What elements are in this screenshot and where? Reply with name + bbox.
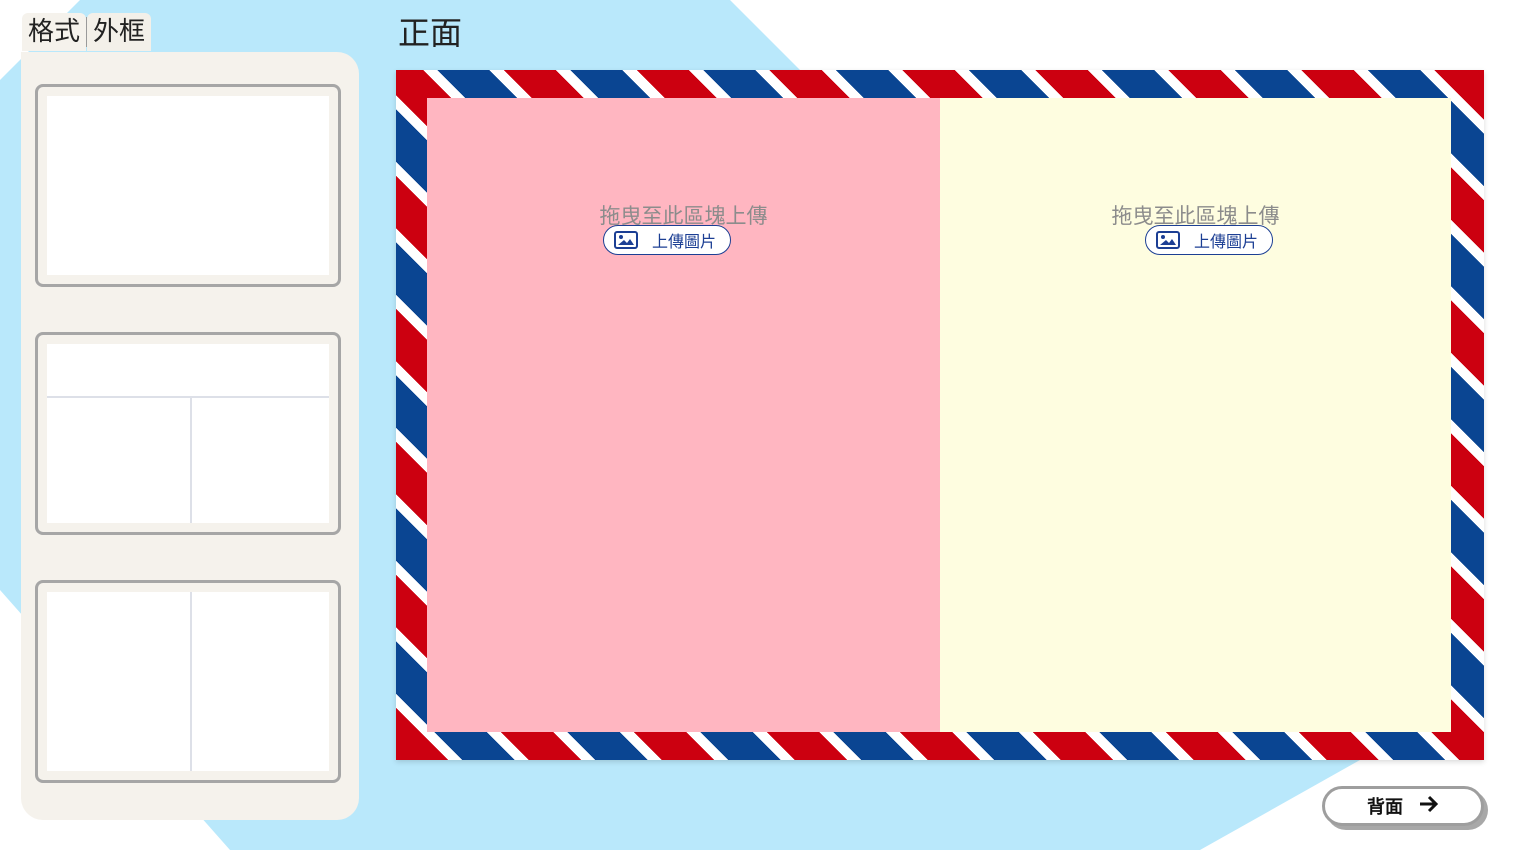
image-icon — [614, 231, 638, 249]
layout-option-two-columns[interactable] — [35, 580, 341, 783]
back-side-button[interactable]: 背面 — [1322, 786, 1484, 826]
upload-label: 上傳圖片 — [652, 232, 717, 251]
layout-divider — [47, 396, 329, 398]
tab-format[interactable]: 格式 — [22, 13, 87, 51]
layout-preview — [47, 592, 329, 771]
upload-image-button[interactable]: 上傳圖片 — [603, 225, 731, 255]
tab-bar: 格式 外框 — [22, 13, 152, 51]
arrow-right-icon — [1419, 795, 1439, 818]
tab-frame[interactable]: 外框 — [87, 13, 152, 51]
layout-divider — [190, 398, 192, 523]
back-side-label: 背面 — [1367, 797, 1403, 818]
upload-image-button[interactable]: 上傳圖片 — [1145, 225, 1273, 255]
layout-divider — [190, 592, 192, 771]
airmail-envelope-canvas: 拖曳至此區塊上傳 上傳圖片 拖曳至此區塊上傳 上傳圖片 — [396, 70, 1484, 760]
layout-preview — [47, 344, 329, 523]
layout-preview — [47, 96, 329, 275]
image-drop-zone-right[interactable]: 拖曳至此區塊上傳 上傳圖片 — [940, 98, 1451, 732]
layout-panel — [21, 52, 359, 820]
image-icon — [1156, 231, 1180, 249]
layout-option-top-bar-two-columns[interactable] — [35, 332, 341, 535]
image-drop-zone-left[interactable]: 拖曳至此區塊上傳 上傳圖片 — [427, 98, 940, 732]
layout-option-single[interactable] — [35, 84, 341, 287]
page-title: 正面 — [398, 14, 463, 52]
upload-label: 上傳圖片 — [1194, 232, 1259, 251]
